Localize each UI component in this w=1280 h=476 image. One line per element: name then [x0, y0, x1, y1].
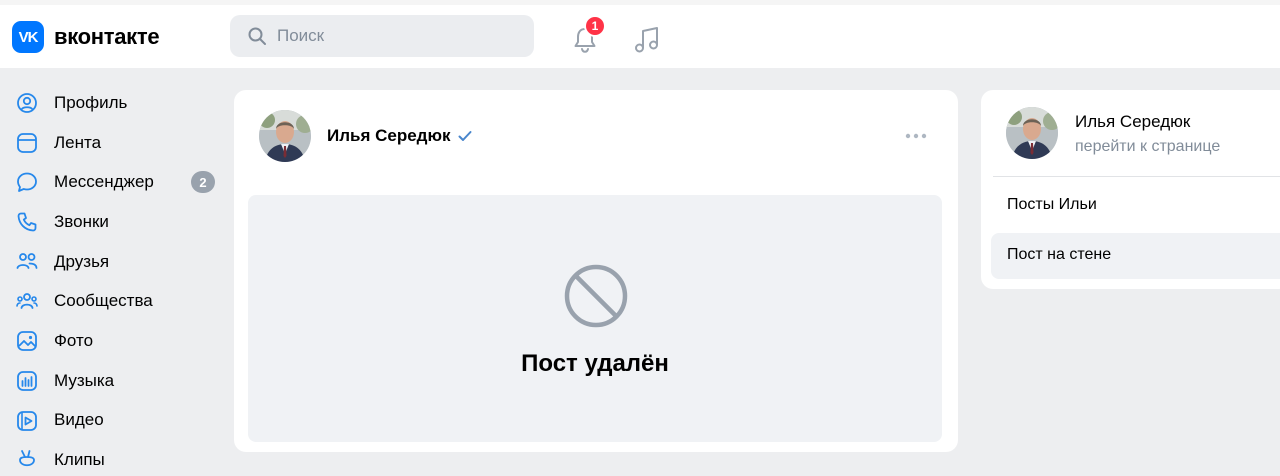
post-card: Илья Середюк Пост удалён [234, 90, 958, 452]
video-icon [17, 410, 37, 431]
sidebar-item-feed[interactable]: Лента [0, 123, 220, 163]
music-icon [635, 27, 658, 53]
search-icon [248, 27, 266, 45]
blocked-icon [564, 264, 628, 328]
author-info: Илья Середюк [327, 126, 473, 146]
search-box[interactable] [230, 15, 534, 57]
sidebar-item-profile[interactable]: Профиль [0, 83, 220, 123]
sidebar-item-label: Фото [54, 330, 94, 350]
friends-icon [16, 252, 38, 269]
author-avatar[interactable] [259, 110, 311, 162]
sidebar-item-calls[interactable]: Звонки [0, 202, 220, 242]
top-header: VK вконтакте 1 [0, 0, 1280, 68]
left-sidebar: Профиль Лента Мессенджер 2 Звонки Друзья [0, 83, 220, 476]
author-name[interactable]: Илья Середюк [327, 126, 451, 146]
avatar-image [259, 110, 311, 162]
sidebar-item-video[interactable]: Видео [0, 401, 220, 441]
search-input[interactable] [277, 26, 507, 46]
profile-name[interactable]: Илья Середюк [1075, 112, 1190, 132]
phone-icon [17, 212, 37, 232]
menu-item-posts[interactable]: Посты Ильи [991, 183, 1280, 229]
vk-logo-icon: VK [12, 21, 44, 53]
sidebar-item-clips[interactable]: Клипы [0, 440, 220, 476]
vk-logo[interactable]: VK вконтакте [12, 21, 160, 53]
photo-icon [17, 331, 37, 352]
avatar-image [1006, 107, 1058, 159]
divider [993, 176, 1280, 177]
sidebar-item-label: Клипы [54, 450, 105, 470]
clips-icon [19, 450, 35, 467]
sidebar-item-label: Друзья [54, 251, 110, 271]
more-icon [905, 133, 927, 139]
messenger-count-badge: 2 [191, 171, 215, 194]
sidebar-item-label: Музыка [54, 370, 115, 390]
deleted-post-text: Пост удалён [521, 350, 669, 377]
sidebar-item-label: Звонки [54, 211, 109, 231]
sidebar-item-label: Видео [54, 410, 104, 430]
verified-icon [458, 131, 471, 141]
sidebar-item-label: Сообщества [54, 291, 153, 311]
messenger-icon [17, 172, 37, 193]
sidebar-item-messenger[interactable]: Мессенджер 2 [0, 162, 220, 202]
menu-item-label: Посты Ильи [1007, 196, 1097, 213]
right-panel: Илья Середюк перейти к странице Посты Ил… [981, 90, 1280, 289]
feed-icon [17, 132, 37, 153]
menu-item-wall-post[interactable]: Пост на стене [991, 233, 1280, 279]
sidebar-item-communities[interactable]: Сообщества [0, 281, 220, 321]
vk-logo-text: вконтакте [54, 24, 160, 49]
music-button[interactable] [633, 25, 661, 60]
post-more-button[interactable] [904, 128, 928, 149]
sidebar-item-photo[interactable]: Фото [0, 321, 220, 361]
profile-icon [17, 93, 37, 113]
music-icon [17, 370, 37, 391]
sidebar-item-friends[interactable]: Друзья [0, 242, 220, 282]
sidebar-item-label: Профиль [54, 92, 128, 112]
deleted-post-placeholder: Пост удалён [248, 195, 942, 442]
sidebar-item-label: Лента [54, 132, 102, 152]
profile-avatar[interactable] [1006, 107, 1058, 159]
notification-badge: 1 [584, 15, 606, 37]
go-to-page-link[interactable]: перейти к странице [1075, 138, 1220, 156]
notifications-button[interactable]: 1 [570, 15, 606, 57]
communities-icon [16, 293, 38, 310]
sidebar-item-label: Мессенджер [54, 172, 154, 192]
menu-item-label: Пост на стене [1007, 246, 1112, 263]
sidebar-item-music[interactable]: Музыка [0, 361, 220, 401]
